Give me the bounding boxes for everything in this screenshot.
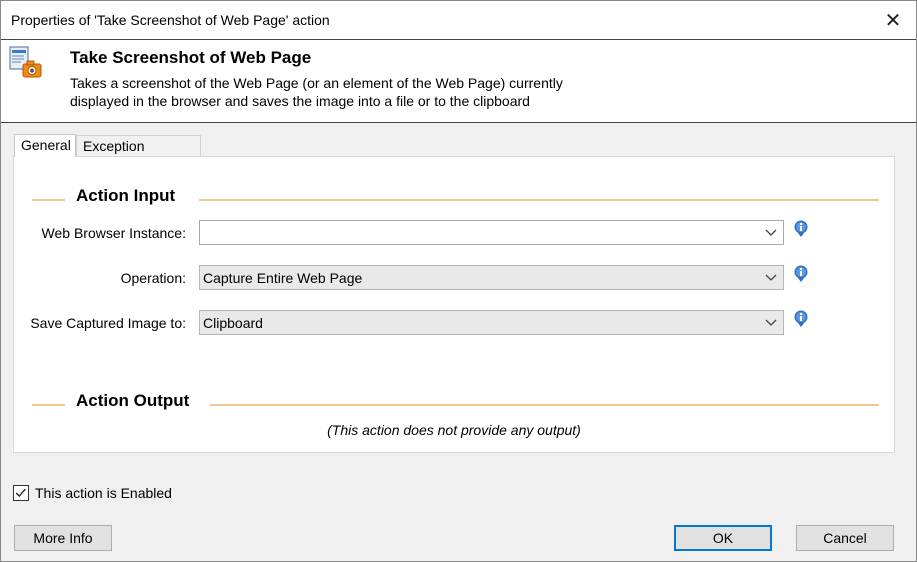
ok-button[interactable]: OK xyxy=(674,525,772,551)
info-icon[interactable] xyxy=(793,220,809,238)
operation-dropdown[interactable]: Capture Entire Web Page xyxy=(199,265,784,290)
action-input-title: Action Input xyxy=(76,186,176,205)
operation-value: Capture Entire Web Page xyxy=(203,270,363,286)
chevron-down-icon xyxy=(765,319,777,326)
no-output-message: (This action does not provide any output… xyxy=(327,422,581,438)
tab-exception-handling[interactable]: Exception Handling xyxy=(76,135,201,170)
web-browser-instance-label: Web Browser Instance: xyxy=(41,225,186,241)
web-page-camera-icon xyxy=(9,46,42,78)
properties-dialog: Properties of 'Take Screenshot of Web Pa… xyxy=(0,0,917,562)
save-captured-image-dropdown[interactable]: Clipboard xyxy=(199,310,784,335)
action-description-line-2: displayed in the browser and saves the i… xyxy=(70,93,530,109)
chevron-down-icon xyxy=(765,229,777,236)
section-divider xyxy=(32,199,65,201)
window-title: Properties of 'Take Screenshot of Web Pa… xyxy=(11,12,330,28)
section-divider xyxy=(210,404,879,406)
save-captured-image-value: Clipboard xyxy=(203,315,263,331)
chevron-down-icon xyxy=(765,274,777,281)
action-title: Take Screenshot of Web Page xyxy=(70,48,312,67)
action-header: Take Screenshot of Web Page Takes a scre… xyxy=(1,39,916,123)
more-info-button[interactable]: More Info xyxy=(14,525,112,551)
title-bar: Properties of 'Take Screenshot of Web Pa… xyxy=(1,1,916,39)
section-divider xyxy=(199,199,879,201)
save-captured-image-label: Save Captured Image to: xyxy=(30,315,186,331)
action-output-title: Action Output xyxy=(76,391,190,410)
checkmark-icon xyxy=(15,488,26,498)
tab-general[interactable]: General xyxy=(14,134,76,157)
close-icon: ✕ xyxy=(884,9,902,32)
web-browser-instance-dropdown[interactable] xyxy=(199,220,784,245)
action-description: Takes a screenshot of the Web Page (or a… xyxy=(70,74,630,110)
general-tab-panel: Action Input Web Browser Instance: Opera… xyxy=(13,156,895,453)
action-enabled-checkbox[interactable] xyxy=(13,485,29,501)
close-button[interactable]: ✕ xyxy=(870,1,916,39)
info-icon[interactable] xyxy=(793,265,809,283)
action-description-line-1: Takes a screenshot of the Web Page (or a… xyxy=(70,75,563,91)
section-divider xyxy=(32,404,65,406)
info-icon[interactable] xyxy=(793,310,809,328)
cancel-button[interactable]: Cancel xyxy=(796,525,894,551)
operation-label: Operation: xyxy=(120,270,186,286)
action-enabled-label: This action is Enabled xyxy=(35,485,172,501)
